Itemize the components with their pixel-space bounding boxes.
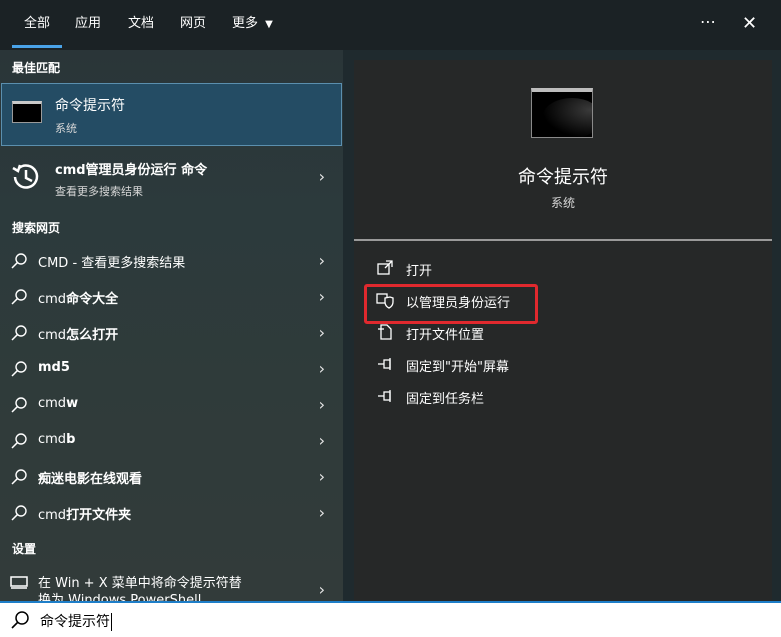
web-result-item[interactable]: cmdb › [0, 423, 343, 459]
search-bar[interactable]: 命令提示符 [0, 601, 781, 637]
web-result-item[interactable]: CMD - 查看更多搜索结果 › [0, 243, 343, 279]
web-result-suffix: - 查看更多搜索结果 [68, 256, 186, 271]
search-icon [11, 469, 27, 485]
section-best-match: 最佳匹配 [12, 61, 61, 75]
search-icon [11, 433, 27, 449]
results-pane: 最佳匹配 命令提示符 系统 cmd管理员身份运行 命令 查看更多搜索结果 › 搜… [0, 50, 343, 608]
web-result-prefix: cmd [38, 292, 67, 307]
search-input-value: 命令提示符 [40, 614, 110, 630]
web-result-prefix: cmd [38, 432, 67, 447]
chevron-right-icon: › [318, 167, 325, 186]
web-result-suffix: b [66, 432, 76, 447]
tab-web[interactable]: 网页 [180, 14, 206, 34]
web-result-suffix: md5 [38, 360, 70, 375]
action-pin-start[interactable]: 固定到"开始"屏幕 [374, 353, 754, 377]
web-result-label: 痴迷电影在线观看 [38, 468, 142, 487]
pin-icon [378, 390, 391, 402]
web-result-prefix: cmd [38, 396, 67, 411]
web-result-item[interactable]: cmdw › [0, 387, 343, 423]
web-result-prefix: cmd [38, 508, 67, 523]
more-options-icon[interactable]: ⋯ [700, 12, 716, 31]
web-result-prefix: cmd [38, 328, 67, 343]
web-result-suffix: w [66, 396, 79, 411]
cmd-app-icon [12, 101, 42, 123]
chevron-right-icon: › [318, 251, 325, 270]
chevron-right-icon: › [318, 467, 325, 486]
text-caret [111, 613, 112, 631]
search-icon [11, 361, 27, 377]
chevron-right-icon: › [318, 323, 325, 342]
chevron-right-icon: › [318, 580, 325, 599]
chevron-right-icon: › [318, 395, 325, 414]
close-icon[interactable]: ✕ [742, 13, 757, 34]
web-result-item[interactable]: cmd打开文件夹 › [0, 495, 343, 531]
web-result-item[interactable]: cmd怎么打开 › [0, 315, 343, 351]
tab-documents[interactable]: 文档 [128, 14, 154, 34]
active-tab-indicator [12, 45, 62, 48]
tab-more[interactable]: 更多 ▼ [232, 14, 273, 34]
search-icon [11, 611, 29, 629]
web-result-item[interactable]: md5 › [0, 351, 343, 387]
best-match-title: 命令提示符 [55, 98, 125, 114]
settings-item[interactable]: 在 Win + X 菜单中将命令提示符替 换为 Windows PowerShe… [0, 568, 343, 608]
best-match-item[interactable]: 命令提示符 系统 [1, 83, 342, 146]
web-result-label: cmd命令大全 [38, 288, 118, 307]
history-item[interactable]: cmd管理员身份运行 命令 查看更多搜索结果 › [0, 154, 343, 202]
search-icon [11, 397, 27, 413]
preview-pane: 命令提示符 系统 打开 以管理员身份运行 打开文件位置 固定到"开始"屏幕 固定… [354, 60, 772, 601]
preview-subtitle: 系统 [550, 196, 575, 210]
web-result-suffix: 痴迷电影在线观看 [38, 472, 143, 487]
action-open-file-location[interactable]: 打开文件位置 [374, 321, 754, 345]
search-icon [11, 325, 27, 341]
web-result-label: cmdw [38, 396, 78, 411]
web-result-label: cmdb [38, 432, 75, 447]
open-icon [377, 260, 393, 275]
action-pin-start-label: 固定到"开始"屏幕 [406, 360, 509, 375]
best-match-subtitle: 系统 [55, 122, 77, 135]
search-icon [11, 289, 27, 305]
action-pin-taskbar[interactable]: 固定到任务栏 [374, 385, 754, 409]
web-result-item[interactable]: 痴迷电影在线观看 › [0, 459, 343, 495]
search-icon [11, 253, 27, 269]
highlight-annotation [364, 284, 538, 324]
chevron-down-icon: ▼ [265, 19, 273, 30]
divider [354, 239, 772, 241]
action-open[interactable]: 打开 [374, 257, 754, 281]
action-open-file-location-label: 打开文件位置 [406, 328, 485, 343]
section-web: 搜索网页 [12, 221, 61, 235]
web-result-suffix: 怎么打开 [66, 328, 119, 343]
pin-icon [378, 358, 391, 370]
section-settings: 设置 [12, 542, 37, 556]
web-result-suffix: 打开文件夹 [66, 508, 132, 523]
web-result-label: CMD - 查看更多搜索结果 [38, 252, 185, 271]
action-open-label: 打开 [406, 264, 433, 279]
chevron-right-icon: › [318, 359, 325, 378]
web-result-suffix: 命令大全 [66, 292, 119, 307]
chevron-right-icon: › [318, 287, 325, 306]
tab-more-label: 更多 [232, 16, 259, 31]
web-result-prefix: CMD [38, 256, 69, 271]
web-result-label: cmd打开文件夹 [38, 504, 131, 523]
chevron-right-icon: › [318, 503, 325, 522]
web-result-item[interactable]: cmd命令大全 › [0, 279, 343, 315]
tab-all[interactable]: 全部 [24, 14, 50, 34]
history-icon [12, 164, 39, 189]
top-bar: 全部 应用 文档 网页 更多 ▼ ⋯ ✕ [0, 0, 781, 50]
cmd-preview-icon [531, 88, 593, 138]
search-icon [11, 505, 27, 521]
web-result-label: cmd怎么打开 [38, 324, 118, 343]
chevron-right-icon: › [318, 431, 325, 450]
web-result-label: md5 [38, 360, 70, 375]
history-title: cmd管理员身份运行 命令 [55, 163, 208, 178]
action-pin-taskbar-label: 固定到任务栏 [406, 392, 485, 407]
search-input[interactable]: 命令提示符 [40, 611, 112, 631]
monitor-icon [10, 576, 28, 589]
folder-location-icon [378, 324, 392, 340]
history-subtitle: 查看更多搜索结果 [55, 185, 143, 198]
tab-apps[interactable]: 应用 [75, 14, 101, 34]
preview-title: 命令提示符 [518, 167, 608, 188]
